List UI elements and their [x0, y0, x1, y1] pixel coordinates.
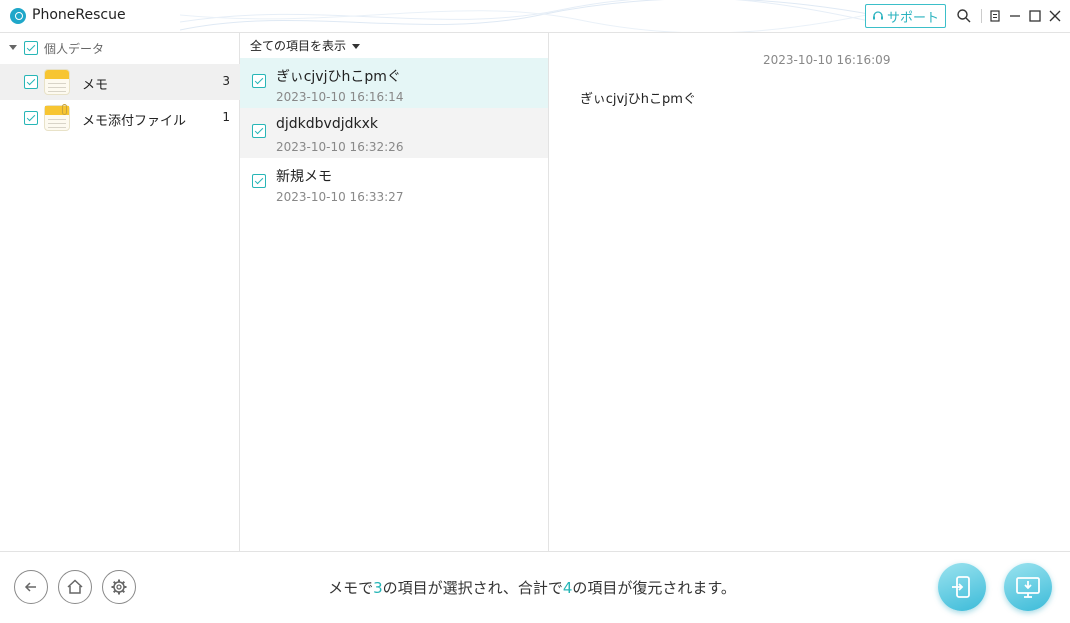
- headset-icon: [872, 11, 883, 20]
- to-computer-icon: [1016, 577, 1040, 598]
- filter-dropdown[interactable]: 全ての項目を表示: [250, 37, 361, 54]
- bottom-bar: メモで3の項目が選択され、合計で4の項目が復元されます。: [0, 551, 1070, 623]
- detail-timestamp: 2023-10-10 16:16:09: [763, 53, 891, 67]
- sidebar-item-label: メモ: [82, 78, 109, 93]
- list-item-checkbox[interactable]: [252, 74, 266, 88]
- to-device-icon: [952, 576, 970, 598]
- titlebar-divider: [981, 9, 982, 23]
- filter-label: 全ての項目を表示: [250, 39, 347, 53]
- item-checkbox[interactable]: [24, 75, 38, 89]
- list-item[interactable]: ぎぃcjvjひhこpmぐ 2023-10-10 16:16:14: [240, 58, 548, 108]
- title-bar: PhoneRescue サポート: [0, 0, 1070, 33]
- status-text: の項目が復元されます。: [572, 579, 736, 597]
- list-item[interactable]: djdkdbvdjdkxk 2023-10-10 16:32:26: [240, 108, 548, 158]
- note-attachment-icon: [44, 104, 70, 131]
- list-item[interactable]: 新規メモ 2023-10-10 16:33:27: [240, 158, 548, 208]
- sidebar-item-notes[interactable]: メモ 3: [0, 64, 240, 100]
- recover-to-device-button[interactable]: [938, 563, 986, 611]
- minimize-icon[interactable]: [1007, 8, 1023, 24]
- item-checkbox[interactable]: [24, 111, 38, 125]
- support-label: サポート: [886, 10, 939, 26]
- paperclip-icon: [62, 104, 67, 115]
- menu-icon[interactable]: [987, 8, 1003, 24]
- app-title: PhoneRescue: [32, 7, 126, 23]
- selected-count: 3: [373, 579, 383, 597]
- total-count: 4: [562, 579, 573, 597]
- maximize-icon[interactable]: [1027, 8, 1043, 24]
- sidebar-item-note-attachments[interactable]: メモ添付ファイル 1: [0, 100, 240, 136]
- item-count: 3: [222, 74, 230, 88]
- status-text: メモで: [328, 579, 374, 597]
- detail-panel: 2023-10-10 16:16:09 ぎぃcjvjひhこpmぐ: [549, 33, 1070, 551]
- collapse-arrow-icon[interactable]: [9, 45, 17, 50]
- list-item-title: ぎぃcjvjひhこpmぐ: [276, 69, 401, 85]
- category-personal-data[interactable]: 個人データ: [0, 33, 240, 62]
- list-item-title: 新規メモ: [276, 169, 332, 185]
- list-item-time: 2023-10-10 16:16:14: [276, 90, 404, 104]
- category-label: 個人データ: [44, 42, 105, 56]
- item-list-panel: 全ての項目を表示 ぎぃcjvjひhこpmぐ 2023-10-10 16:16:1…: [240, 33, 549, 551]
- category-panel: 個人データ メモ 3 メモ添付ファイル 1: [0, 33, 240, 551]
- list-item-checkbox[interactable]: [252, 124, 266, 138]
- close-icon[interactable]: [1047, 8, 1063, 24]
- recover-to-computer-button[interactable]: [1004, 563, 1052, 611]
- recovery-status-text: メモで3の項目が選択され、合計で4の項目が復元されます。: [0, 577, 1064, 598]
- list-item-checkbox[interactable]: [252, 174, 266, 188]
- support-button[interactable]: サポート: [865, 4, 946, 28]
- list-item-time: 2023-10-10 16:32:26: [276, 140, 404, 154]
- category-checkbox[interactable]: [24, 41, 38, 55]
- item-count: 1: [222, 110, 230, 124]
- detail-body-text: ぎぃcjvjひhこpmぐ: [580, 92, 696, 107]
- list-item-title: djdkdbvdjdkxk: [276, 116, 378, 132]
- notes-icon: [44, 69, 70, 95]
- header-wave-decoration: [180, 0, 900, 32]
- chevron-down-icon: [352, 44, 361, 49]
- app-logo-icon: [10, 8, 26, 24]
- search-icon[interactable]: [956, 8, 972, 24]
- status-text: の項目が選択され、合計で: [382, 579, 563, 597]
- sidebar-item-label: メモ添付ファイル: [82, 114, 187, 129]
- list-item-time: 2023-10-10 16:33:27: [276, 190, 404, 204]
